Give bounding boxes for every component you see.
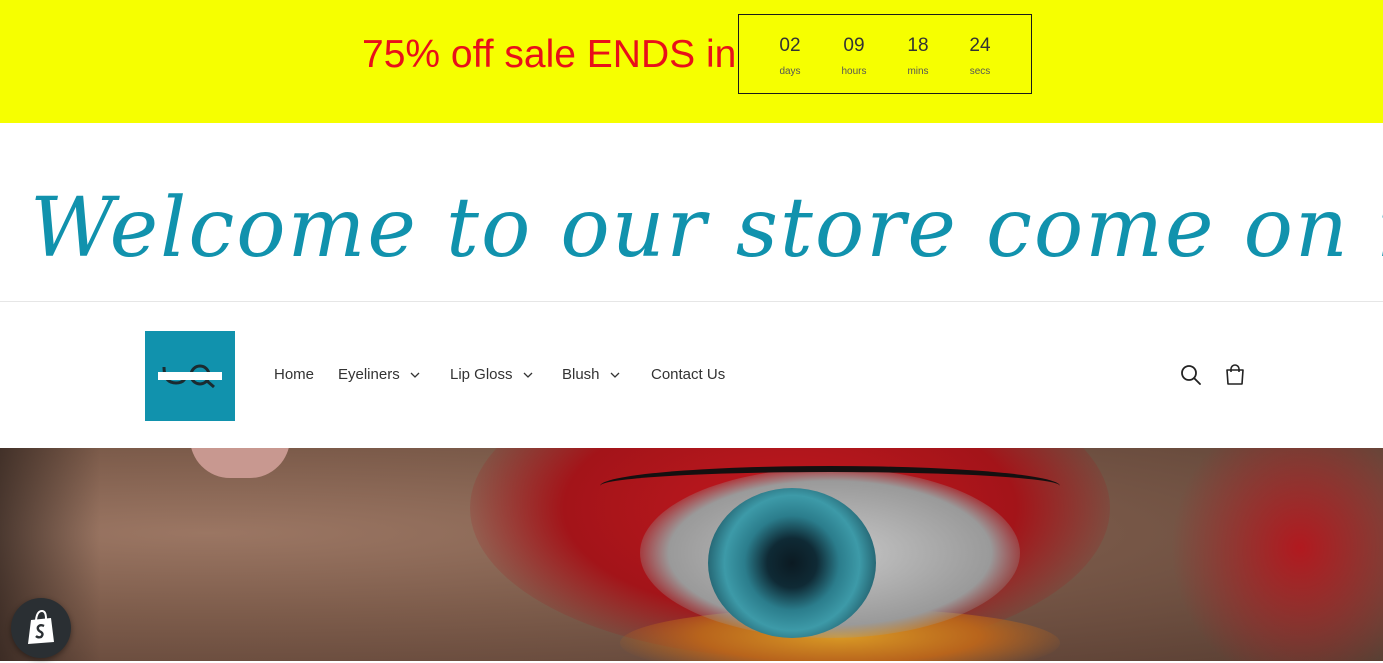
timer-mins-value: 18: [907, 35, 929, 56]
hero-red-accent: [1170, 448, 1383, 661]
timer-days: 02 days: [760, 15, 820, 93]
hero-image: [0, 448, 1383, 661]
welcome-marquee: Welcome to our store come on in we are h…: [0, 123, 1383, 302]
nav-contact-us[interactable]: Contact Us: [651, 363, 725, 387]
nav-eyeliners[interactable]: Eyeliners: [338, 363, 420, 387]
timer-days-value: 02: [779, 35, 801, 56]
timer-mins-label: mins: [907, 66, 929, 77]
nav-blush[interactable]: Blush: [562, 363, 620, 387]
search-icon: [1181, 365, 1201, 385]
sale-text: 75% off sale ENDS in: [362, 33, 737, 76]
countdown-bar: 75% off sale ENDS in 02 days 09 hours 18…: [0, 0, 1383, 123]
search-button[interactable]: [1177, 361, 1205, 389]
nav-contact-us-label: Contact Us: [651, 366, 726, 383]
logo-band: [158, 372, 222, 380]
nav-lip-gloss-label: Lip Gloss: [450, 366, 513, 383]
timer-hours-value: 09: [843, 35, 865, 56]
nav-home[interactable]: Home: [274, 363, 314, 387]
timer-secs-label: secs: [969, 66, 991, 77]
timer-secs: 24 secs: [950, 15, 1010, 93]
welcome-text: Welcome to our store come on in we are h…: [30, 181, 1383, 276]
hero-lash-line: [600, 466, 1060, 506]
nav-eyeliners-label: Eyeliners: [338, 366, 400, 383]
timer-hours-label: hours: [841, 66, 867, 77]
nav-lip-gloss[interactable]: Lip Gloss: [450, 363, 533, 387]
shopify-bag-icon: [28, 609, 54, 644]
chevron-down-icon: [610, 372, 619, 378]
chevron-down-icon: [523, 372, 532, 378]
timer-mins: 18 mins: [888, 15, 948, 93]
store-logo[interactable]: [145, 331, 235, 421]
site-header: Home Eyeliners Lip Gloss Blush Contact U…: [0, 303, 1383, 448]
timer-secs-value: 24: [969, 35, 991, 56]
chevron-down-icon: [410, 372, 420, 378]
cart-button[interactable]: [1221, 361, 1249, 389]
timer-hours: 09 hours: [824, 15, 884, 93]
hero-iris: [708, 488, 876, 638]
countdown-timer: 02 days 09 hours 18 mins 24 secs: [738, 14, 1032, 94]
cart-icon: [1226, 364, 1244, 385]
timer-days-label: days: [779, 66, 801, 77]
nav-blush-label: Blush: [562, 366, 600, 383]
shopify-badge[interactable]: [11, 598, 71, 658]
nav-home-label: Home: [274, 366, 315, 383]
